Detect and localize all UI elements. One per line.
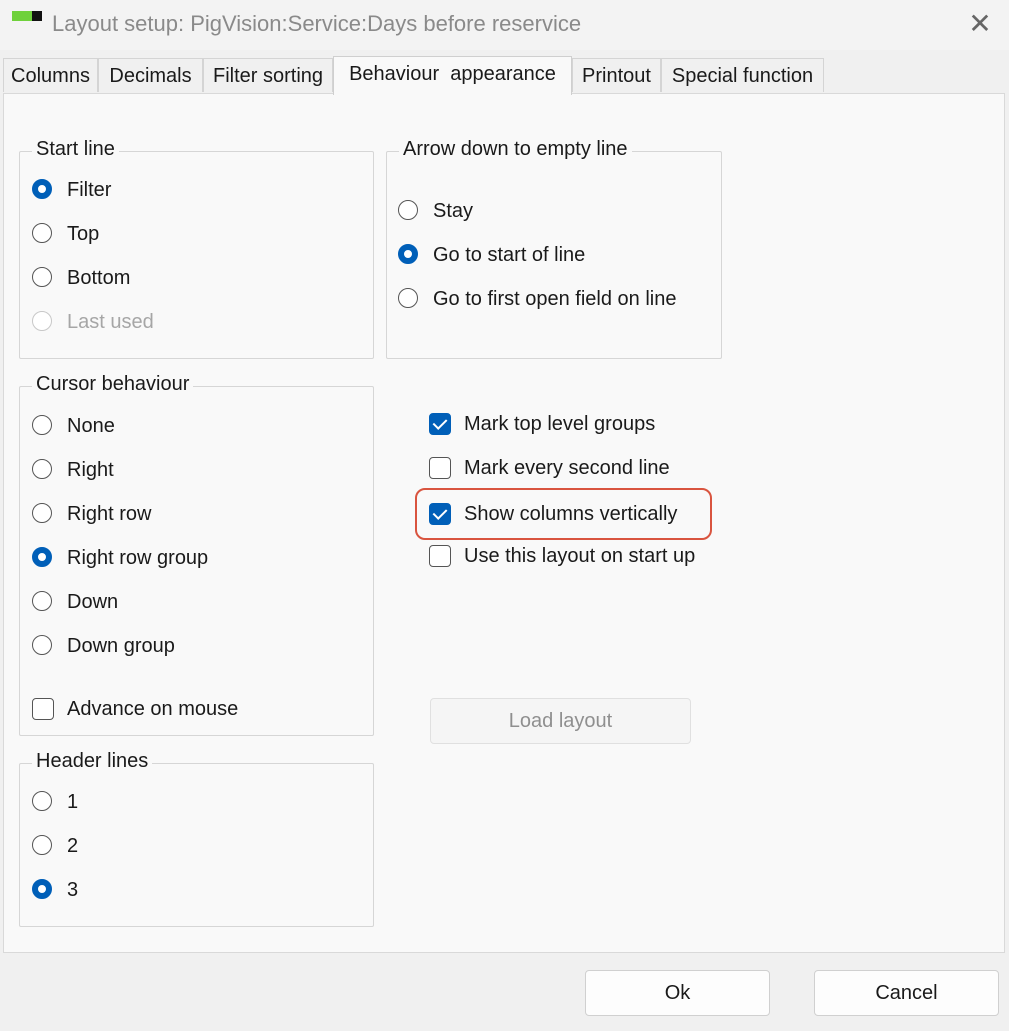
radio-icon bbox=[32, 267, 52, 287]
checkbox-icon bbox=[429, 545, 451, 567]
radio-icon bbox=[32, 791, 52, 811]
arrow-down-title: Arrow down to empty line bbox=[399, 138, 632, 161]
checkbox-label: Use this layout on start up bbox=[464, 545, 696, 567]
radio-selected-icon bbox=[32, 547, 52, 567]
tab-columns[interactable]: Columns bbox=[3, 58, 98, 92]
checkbox-icon bbox=[32, 698, 54, 720]
load-layout-button[interactable]: Load layout bbox=[430, 698, 691, 744]
radio-label: Right row group bbox=[67, 547, 209, 569]
tab-filter-sorting[interactable]: Filter sorting bbox=[203, 58, 333, 92]
radio-selected-icon bbox=[32, 179, 52, 199]
tab-behaviour-appearance[interactable]: Behaviour appearance bbox=[333, 56, 572, 95]
start-line-title: Start line bbox=[32, 138, 119, 161]
annotation-highlight-box bbox=[415, 488, 712, 540]
tab-strip: Columns Decimals Filter sorting Behaviou… bbox=[0, 56, 1009, 95]
radio-label: None bbox=[67, 415, 115, 437]
cancel-button[interactable]: Cancel bbox=[814, 970, 999, 1016]
checkbox-label: Advance on mouse bbox=[67, 698, 239, 720]
header-lines-title: Header lines bbox=[32, 750, 153, 773]
radio-label: Stay bbox=[433, 200, 474, 222]
radio-label: 3 bbox=[67, 879, 79, 901]
ok-button[interactable]: Ok bbox=[585, 970, 770, 1016]
checkbox-icon bbox=[429, 457, 451, 479]
radio-label: Bottom bbox=[67, 267, 131, 289]
cursor-behaviour-title: Cursor behaviour bbox=[32, 373, 194, 396]
radio-icon bbox=[32, 591, 52, 611]
radio-label: Last used bbox=[67, 311, 154, 333]
tab-printout[interactable]: Printout bbox=[572, 58, 661, 92]
title-bar: Layout setup: PigVision:Service:Days bef… bbox=[0, 0, 1009, 50]
app-icon bbox=[12, 11, 42, 21]
radio-icon bbox=[32, 223, 52, 243]
radio-label: 2 bbox=[67, 835, 79, 857]
radio-label: Right bbox=[67, 459, 114, 481]
radio-selected-icon bbox=[32, 879, 52, 899]
radio-label: Down bbox=[67, 591, 119, 613]
radio-icon bbox=[32, 415, 52, 435]
radio-icon bbox=[32, 503, 52, 523]
radio-label: Down group bbox=[67, 635, 175, 657]
radio-label: Go to first open field on line bbox=[433, 288, 677, 310]
radio-disabled-icon bbox=[32, 311, 52, 331]
tab-special-function[interactable]: Special function bbox=[661, 58, 824, 92]
checkbox-label: Mark top level groups bbox=[464, 413, 656, 435]
radio-icon bbox=[32, 459, 52, 479]
close-icon[interactable]: ✕ bbox=[962, 6, 998, 42]
tab-behaviour-appearance-label: Behaviour appearance bbox=[349, 63, 556, 85]
radio-label: Filter bbox=[67, 179, 112, 201]
radio-label: Top bbox=[67, 223, 100, 245]
tab-decimals[interactable]: Decimals bbox=[98, 58, 203, 92]
radio-label: 1 bbox=[67, 791, 79, 813]
radio-label: Go to start of line bbox=[433, 244, 586, 266]
checkbox-checked-icon bbox=[429, 413, 451, 435]
radio-icon bbox=[32, 635, 52, 655]
radio-icon bbox=[32, 835, 52, 855]
radio-label: Right row bbox=[67, 503, 152, 525]
radio-icon bbox=[398, 200, 418, 220]
window-title: Layout setup: PigVision:Service:Days bef… bbox=[52, 11, 582, 36]
checkbox-label: Mark every second line bbox=[464, 457, 670, 479]
radio-selected-icon bbox=[398, 244, 418, 264]
radio-icon bbox=[398, 288, 418, 308]
